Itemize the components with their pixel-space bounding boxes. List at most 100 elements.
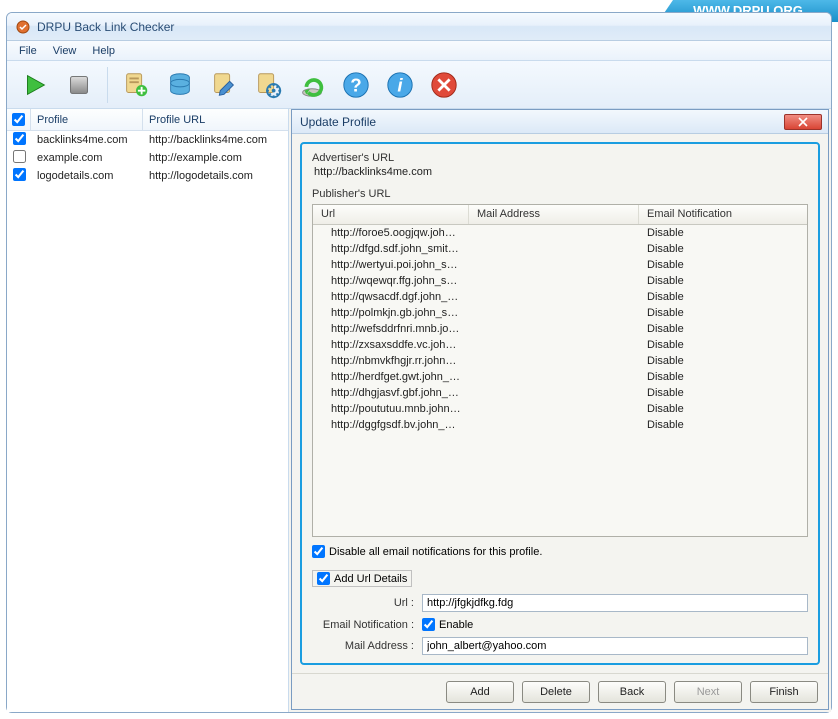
svg-text:i: i <box>397 74 403 95</box>
edit-profile-button[interactable] <box>204 65 244 105</box>
add-url-legend: Add Url Details <box>312 570 412 587</box>
header-profile-col[interactable]: Profile <box>31 109 143 130</box>
dialog-titlebar: Update Profile <box>292 110 828 134</box>
enable-label: Enable <box>439 619 473 631</box>
disable-all-label: Disable all email notifications for this… <box>329 546 542 558</box>
play-button[interactable] <box>15 65 55 105</box>
profile-list: backlinks4me.comhttp://backlinks4me.come… <box>7 131 288 185</box>
profile-row-url: http://backlinks4me.com <box>143 134 288 146</box>
enable-checkbox[interactable] <box>422 618 435 631</box>
profile-row-name: backlinks4me.com <box>31 134 143 146</box>
publisher-row[interactable]: http://wefsddrfnri.mnb.john_sm... Disable <box>313 321 807 337</box>
profile-list-panel: Profile Profile URL backlinks4me.comhttp… <box>7 109 289 712</box>
profile-row-url: http://logodetails.com <box>143 170 288 182</box>
publisher-row-url: http://wqewqr.ffg.john_smith@... <box>313 275 469 287</box>
publisher-table-header: Url Mail Address Email Notification <box>313 205 807 225</box>
add-profile-button[interactable] <box>116 65 156 105</box>
add-button[interactable]: Add <box>446 681 514 703</box>
publisher-row-notif: Disable <box>639 323 807 335</box>
database-button[interactable] <box>160 65 200 105</box>
publisher-table-body[interactable]: http://foroe5.oogjqw.john_smit... Disable… <box>313 225 807 536</box>
url-input[interactable] <box>422 594 808 612</box>
main-window: DRPU Back Link Checker File View Help ? … <box>6 12 832 713</box>
publisher-row[interactable]: http://dggfgsdf.bv.john_smith...Disable <box>313 417 807 433</box>
add-url-fieldset: Add Url Details Url : Email Notification… <box>312 564 808 655</box>
profile-list-header: Profile Profile URL <box>7 109 288 131</box>
publisher-row[interactable]: http://zxsaxsddfe.vc.john_smit... Disable <box>313 337 807 353</box>
publisher-row[interactable]: http://wertyui.poi.john_smith@...Disable <box>313 257 807 273</box>
menu-view[interactable]: View <box>45 43 85 59</box>
col-mail[interactable]: Mail Address <box>469 205 639 224</box>
url-field-label: Url : <box>312 597 422 609</box>
profile-row-checkbox[interactable] <box>13 168 26 181</box>
refresh-button[interactable] <box>292 65 332 105</box>
col-url[interactable]: Url <box>313 205 469 224</box>
stop-button[interactable] <box>59 65 99 105</box>
settings-profile-button[interactable] <box>248 65 288 105</box>
publisher-row-url: http://qwsacdf.dgf.john_smith... <box>313 291 469 303</box>
header-checkbox-col[interactable] <box>7 109 31 130</box>
publisher-row-url: http://wefsddrfnri.mnb.john_sm... <box>313 323 469 335</box>
publisher-row-url: http://zxsaxsddfe.vc.john_smit... <box>313 339 469 351</box>
add-url-legend-text: Add Url Details <box>334 573 407 585</box>
publisher-row-url: http://foroe5.oogjqw.john_smit... <box>313 227 469 239</box>
content-area: Profile Profile URL backlinks4me.comhttp… <box>7 109 831 712</box>
mail-address-label: Mail Address : <box>312 640 422 652</box>
profile-row-checkbox[interactable] <box>13 132 26 145</box>
publisher-row-url: http://dfgd.sdf.john_smith@ya.. <box>313 243 469 255</box>
menu-help[interactable]: Help <box>84 43 123 59</box>
publisher-row-url: http://polmkjn.gb.john_smith@... <box>313 307 469 319</box>
publisher-row-notif: Disable <box>639 243 807 255</box>
profile-row-checkbox[interactable] <box>13 150 26 163</box>
window-title: DRPU Back Link Checker <box>37 20 174 34</box>
close-toolbar-button[interactable] <box>424 65 464 105</box>
menu-file[interactable]: File <box>11 43 45 59</box>
app-icon <box>15 19 31 35</box>
profile-row[interactable]: example.comhttp://example.com <box>7 149 288 167</box>
publisher-row[interactable]: http://foroe5.oogjqw.john_smit... Disable <box>313 225 807 241</box>
publisher-row-notif: Disable <box>639 227 807 239</box>
disable-all-checkbox[interactable] <box>312 545 325 558</box>
back-button[interactable]: Back <box>598 681 666 703</box>
publisher-row-url: http://dhgjasvf.gbf.john_smith... <box>313 387 469 399</box>
publisher-row-notif: Disable <box>639 371 807 383</box>
disable-all-row: Disable all email notifications for this… <box>312 545 808 558</box>
publisher-row-url: http://poututuu.mnb.john_smit... <box>313 403 469 415</box>
email-notif-label: Email Notification : <box>312 619 422 631</box>
profile-group: Advertiser's URL http://backlinks4me.com… <box>300 142 820 665</box>
profile-row-name: example.com <box>31 152 143 164</box>
publisher-row[interactable]: http://herdfget.gwt.john_smith... Disable <box>313 369 807 385</box>
publisher-row[interactable]: http://dhgjasvf.gbf.john_smith...Disable <box>313 385 807 401</box>
profile-row[interactable]: backlinks4me.comhttp://backlinks4me.com <box>7 131 288 149</box>
svg-text:?: ? <box>350 74 361 95</box>
publisher-row[interactable]: http://poututuu.mnb.john_smit...Disable <box>313 401 807 417</box>
publisher-row[interactable]: http://polmkjn.gb.john_smith@...Disable <box>313 305 807 321</box>
publisher-row-notif: Disable <box>639 355 807 367</box>
delete-button[interactable]: Delete <box>522 681 590 703</box>
header-url-col[interactable]: Profile URL <box>143 109 288 130</box>
publisher-row[interactable]: http://wqewqr.ffg.john_smith@...Disable <box>313 273 807 289</box>
dialog-button-bar: Add Delete Back Next Finish <box>292 673 828 709</box>
mail-address-input[interactable] <box>422 637 808 655</box>
profile-row[interactable]: logodetails.comhttp://logodetails.com <box>7 167 288 185</box>
publisher-row-url: http://dggfgsdf.bv.john_smith... <box>313 419 469 431</box>
help-button[interactable]: ? <box>336 65 376 105</box>
select-all-checkbox[interactable] <box>12 113 25 126</box>
advertiser-url-value: http://backlinks4me.com <box>312 166 808 178</box>
info-button[interactable]: i <box>380 65 420 105</box>
publisher-url-label: Publisher's URL <box>312 188 808 200</box>
publisher-row-notif: Disable <box>639 339 807 351</box>
col-notif[interactable]: Email Notification <box>639 205 807 224</box>
toolbar-separator <box>107 67 108 103</box>
profile-row-name: logodetails.com <box>31 170 143 182</box>
finish-button[interactable]: Finish <box>750 681 818 703</box>
dialog-close-button[interactable] <box>784 114 822 130</box>
add-url-checkbox[interactable] <box>317 572 330 585</box>
publisher-row-url: http://herdfget.gwt.john_smith... <box>313 371 469 383</box>
update-profile-dialog: Update Profile Advertiser's URL http://b… <box>291 109 829 710</box>
publisher-table: Url Mail Address Email Notification http… <box>312 204 808 537</box>
publisher-row[interactable]: http://qwsacdf.dgf.john_smith...Disable <box>313 289 807 305</box>
publisher-row[interactable]: http://dfgd.sdf.john_smith@ya.. Disable <box>313 241 807 257</box>
publisher-row[interactable]: http://nbmvkfhgjr.rr.john_smith...Disabl… <box>313 353 807 369</box>
right-panel: Update Profile Advertiser's URL http://b… <box>289 109 831 712</box>
